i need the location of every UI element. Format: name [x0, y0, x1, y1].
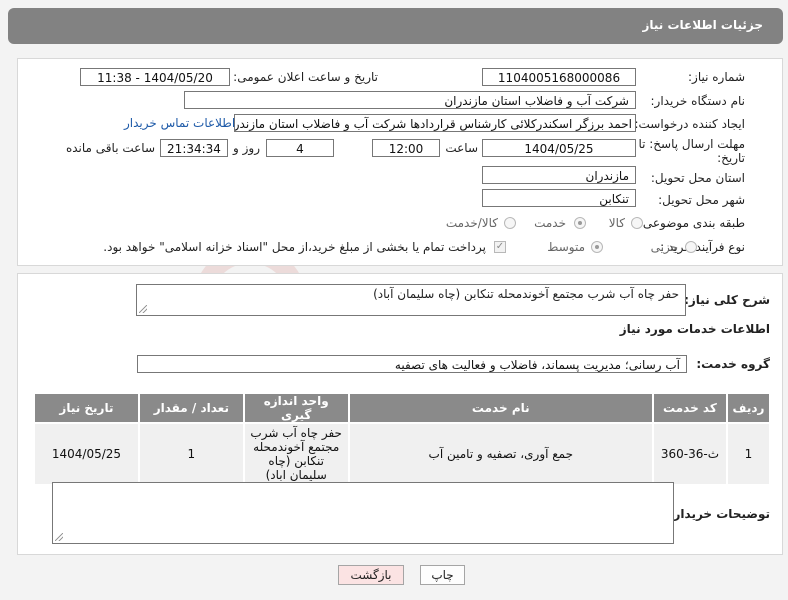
- process-radio-minor[interactable]: [685, 241, 697, 253]
- process-option-minor: جزیی: [650, 240, 678, 254]
- need-description-label: شرح کلی نیاز:: [684, 293, 770, 307]
- treasury-payment-note: پرداخت تمام یا بخشی از مبلغ خرید،از محل …: [103, 240, 486, 254]
- table-row[interactable]: 1 ث-36-360 جمع آوری، تصفیه و تامین آب حف…: [33, 422, 772, 486]
- province-label: استان محل تحویل:: [650, 171, 745, 185]
- col-need-date: تاریخ نیاز: [33, 392, 140, 424]
- category-radio-goods-service[interactable]: [504, 217, 516, 229]
- remaining-time-field[interactable]: 21:34:34: [160, 139, 228, 157]
- col-quantity: تعداد / مقدار: [137, 392, 245, 424]
- service-group-label: گروه خدمت:: [696, 357, 770, 371]
- page-header: جزئیات اطلاعات نیاز: [8, 8, 783, 44]
- need-description-textarea[interactable]: حفر چاه آب شرب مجتمع آخوندمحله تنکابن (چ…: [136, 284, 686, 316]
- deadline-time-field[interactable]: 12:00: [372, 139, 440, 157]
- province-field[interactable]: مازندران: [482, 166, 636, 184]
- buyer-notes-label: توضیحات خریدار:: [668, 507, 770, 521]
- announce-datetime-field[interactable]: 1404/05/20 - 11:38: [80, 68, 230, 86]
- creator-field[interactable]: احمد برزگر اسکندرکلائی کارشناس قراردادها…: [234, 114, 636, 132]
- need-number-label: شماره نیاز:: [688, 70, 745, 84]
- resize-grip-icon[interactable]: [55, 533, 63, 541]
- page-title: جزئیات اطلاعات نیاز: [642, 18, 763, 32]
- col-row-number: ردیف: [725, 392, 772, 424]
- services-table: ردیف کد خدمت نام خدمت واحد اندازه گیری ت…: [33, 392, 772, 486]
- city-field[interactable]: تنکابن: [482, 189, 636, 207]
- creator-label: ایجاد کننده درخواست:: [634, 117, 745, 131]
- deadline-label: مهلت ارسال پاسخ: تا: [638, 137, 745, 151]
- buyer-notes-textarea[interactable]: [52, 482, 674, 544]
- process-radio-medium[interactable]: [591, 241, 603, 253]
- days-label: روز و: [233, 141, 260, 155]
- deadline-label-date: تاریخ:: [717, 151, 745, 165]
- col-unit: واحد اندازه گیری: [242, 392, 350, 424]
- deadline-date-field[interactable]: 1404/05/25: [482, 139, 636, 157]
- need-info-panel: [17, 58, 783, 266]
- category-radio-goods[interactable]: [631, 217, 643, 229]
- category-radio-service[interactable]: [574, 217, 586, 229]
- print-button[interactable]: چاپ: [420, 565, 465, 585]
- days-remaining-field[interactable]: 4: [266, 139, 334, 157]
- cell-service-name: جمع آوری، تصفیه و تامین آب: [347, 422, 654, 486]
- buyer-contact-link[interactable]: اطلاعات تماس خریدار: [124, 116, 235, 130]
- table-header-row: ردیف کد خدمت نام خدمت واحد اندازه گیری ت…: [33, 392, 772, 424]
- buyer-org-label: نام دستگاه خریدار:: [650, 94, 746, 108]
- treasury-payment-checkbox[interactable]: ✓: [494, 241, 506, 253]
- category-option-service: خدمت: [534, 216, 566, 230]
- cell-unit: حفر چاه آب شرب مجتمع آخوندمحله تنکابن (چ…: [242, 422, 350, 486]
- deadline-time-label: ساعت: [445, 141, 478, 155]
- remaining-time-label: ساعت باقی مانده: [65, 141, 155, 155]
- cell-quantity: 1: [137, 422, 245, 486]
- service-group-field[interactable]: آب رسانی؛ مدیریت پسماند، فاضلاب و فعالیت…: [137, 355, 687, 373]
- buyer-org-field[interactable]: شرکت آب و فاضلاب استان مازندران: [184, 91, 636, 109]
- process-option-medium: متوسط: [547, 240, 585, 254]
- col-service-code: کد خدمت: [651, 392, 728, 424]
- category-option-goods-service: کالا/خدمت: [445, 216, 498, 230]
- cell-row-number: 1: [725, 422, 772, 486]
- city-label: شهر محل تحویل:: [658, 193, 745, 207]
- need-number-field[interactable]: 1104005168000086: [482, 68, 636, 86]
- cell-service-code: ث-36-360: [651, 422, 728, 486]
- category-option-goods: کالا: [608, 216, 625, 230]
- col-service-name: نام خدمت: [347, 392, 654, 424]
- announce-datetime-label: تاریخ و ساعت اعلان عمومی:: [233, 70, 378, 84]
- need-description-text: حفر چاه آب شرب مجتمع آخوندمحله تنکابن (چ…: [373, 287, 679, 301]
- cell-need-date: 1404/05/25: [33, 422, 140, 486]
- category-label: طبقه بندی موضوعی:: [638, 216, 745, 230]
- back-button[interactable]: بازگشت: [338, 565, 404, 585]
- resize-grip-icon[interactable]: [139, 305, 147, 313]
- services-section-title: اطلاعات خدمات مورد نیاز: [619, 322, 770, 336]
